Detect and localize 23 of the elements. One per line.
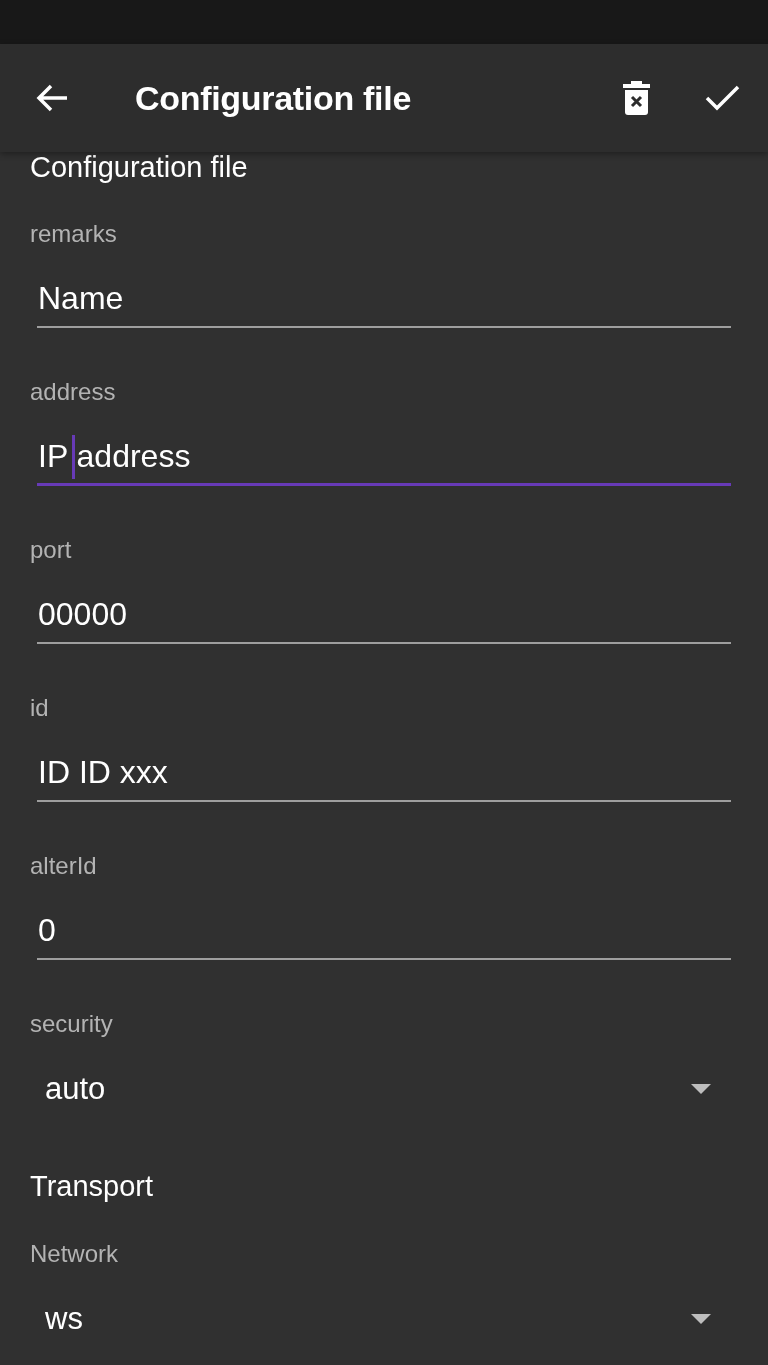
text-field[interactable]: IP address bbox=[37, 436, 731, 486]
field-label: port bbox=[30, 537, 73, 563]
back-arrow-icon bbox=[36, 84, 68, 112]
text-field[interactable]: ID ID xxx bbox=[37, 752, 731, 802]
field-label: Network bbox=[30, 1241, 120, 1267]
text-field[interactable]: Name bbox=[37, 278, 731, 328]
field-label: security bbox=[30, 1011, 114, 1037]
field-label: alterId bbox=[30, 853, 98, 879]
text-field[interactable]: 00000 bbox=[37, 594, 731, 644]
dropdown-caret-icon bbox=[691, 1314, 711, 1324]
field-label: id bbox=[30, 695, 50, 721]
field-label: address bbox=[30, 379, 117, 405]
dropdown-caret-icon bbox=[691, 1084, 711, 1094]
field-label: remarks bbox=[30, 221, 118, 247]
dropdown[interactable]: auto bbox=[30, 1065, 738, 1113]
text-cursor-icon bbox=[71, 435, 75, 479]
section-title: Configuration file bbox=[30, 152, 249, 182]
dropdown[interactable]: ws bbox=[30, 1295, 738, 1343]
section-title: Transport bbox=[30, 1171, 155, 1201]
checkmark-icon bbox=[704, 85, 740, 111]
text-field[interactable]: 0 bbox=[37, 910, 731, 960]
app-bar-title: Configuration file bbox=[135, 78, 411, 118]
trash-icon bbox=[622, 81, 650, 115]
